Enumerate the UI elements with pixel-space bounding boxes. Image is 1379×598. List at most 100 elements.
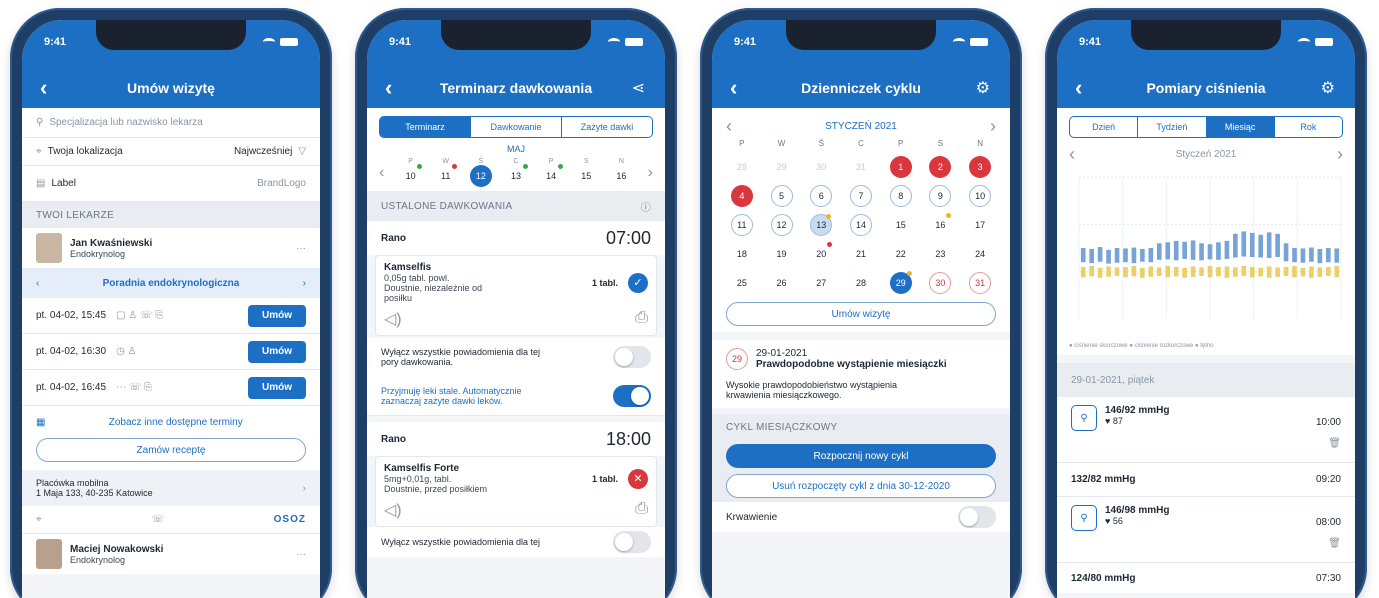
day-cell[interactable]: 15	[569, 165, 604, 187]
book-button[interactable]: Umów	[248, 376, 306, 399]
day-cell-period[interactable]: 3	[960, 156, 1000, 178]
diastolic-bar	[1266, 266, 1272, 278]
sort-select[interactable]: Najwcześniej	[234, 146, 292, 157]
day-cell[interactable]: 27	[801, 272, 841, 294]
gear-icon[interactable]: ⚙	[976, 78, 990, 98]
day-cell[interactable]: 30	[801, 156, 841, 178]
day-cell[interactable]: 17	[960, 214, 1000, 236]
day-cell[interactable]: 12	[762, 214, 802, 236]
day-cell[interactable]: 14	[534, 164, 569, 187]
day-cell[interactable]: 5	[762, 185, 802, 207]
remove-cycle-button[interactable]: Usuń rozpoczęty cykl z dnia 30-12-2020	[726, 474, 996, 498]
start-cycle-button[interactable]: Rozpocznij nowy cykl	[726, 444, 996, 468]
back-icon[interactable]: ‹	[730, 77, 737, 99]
day-cell[interactable]: 9	[921, 185, 961, 207]
tab-month[interactable]: Miesiąc	[1206, 117, 1275, 137]
day-cell[interactable]: 14	[841, 214, 881, 236]
chevron-left-icon[interactable]: ‹	[379, 164, 393, 182]
day-cell[interactable]: 10	[960, 185, 1000, 207]
day-cell[interactable]: 12	[463, 165, 498, 187]
tab-week[interactable]: Tydzień	[1138, 117, 1207, 137]
day-cell[interactable]: 21	[841, 243, 881, 265]
day-cell[interactable]: 10	[393, 164, 428, 187]
location-field[interactable]: Twoja lokalizacja	[48, 146, 123, 157]
trash-icon[interactable]: 🗑	[1316, 538, 1341, 549]
tab-dosage[interactable]: Dawkowanie	[471, 117, 562, 137]
measurement-row[interactable]: ⚲ 146/92 mmHg ♥ 87 10:00 🗑	[1057, 397, 1355, 463]
tab-taken-doses[interactable]: Zażyte dawki	[562, 117, 652, 137]
chevron-right-icon[interactable]: ›	[639, 164, 653, 182]
sound-icon[interactable]: ◁)	[384, 309, 402, 329]
tab-schedule[interactable]: Terminarz	[380, 117, 471, 137]
share-icon[interactable]: ⋖	[632, 78, 645, 98]
day-cell[interactable]: 23	[921, 243, 961, 265]
book-button[interactable]: Umów	[248, 304, 306, 327]
day-cell[interactable]: 18	[722, 243, 762, 265]
chevron-right-icon[interactable]: ›	[303, 483, 306, 494]
day-cell[interactable]: 11	[722, 214, 762, 236]
note-icon[interactable]: ⎙	[635, 309, 648, 329]
measurement-row[interactable]: 124/80 mmHg 07:30	[1057, 563, 1355, 593]
day-cell-period[interactable]: 1	[881, 156, 921, 178]
back-icon[interactable]: ‹	[40, 77, 47, 99]
clinic-switcher[interactable]: ‹ Poradnia endokrynologiczna ›	[22, 268, 320, 298]
map-pin-icon[interactable]: ⌖	[36, 514, 42, 525]
search-input[interactable]: Specjalizacja lub nazwisko lekarza	[49, 117, 202, 128]
more-icon[interactable]: ···	[296, 549, 306, 560]
day-cell[interactable]: 8	[881, 185, 921, 207]
day-cell[interactable]: 26	[762, 272, 802, 294]
more-slots-link[interactable]: Zobacz inne dostępne terminy	[109, 417, 243, 428]
chevron-left-icon[interactable]: ‹	[36, 278, 39, 289]
day-cell[interactable]: 31	[841, 156, 881, 178]
taken-check-icon[interactable]: ✓	[628, 272, 648, 293]
chevron-right-icon[interactable]: ›	[990, 116, 996, 137]
day-cell-predicted[interactable]: 31	[960, 272, 1000, 294]
notifications-toggle[interactable]	[613, 531, 651, 553]
day-cell[interactable]: 13	[498, 164, 533, 187]
day-cell[interactable]: 19	[762, 243, 802, 265]
back-icon[interactable]: ‹	[385, 77, 392, 99]
skipped-x-icon[interactable]: ✕	[628, 468, 648, 489]
measurement-row[interactable]: 132/82 mmHg 09:20	[1057, 463, 1355, 497]
tab-day[interactable]: Dzień	[1070, 117, 1139, 137]
back-icon[interactable]: ‹	[1075, 77, 1082, 99]
day-cell[interactable]: 28	[841, 272, 881, 294]
day-cell-period[interactable]: 4	[722, 185, 762, 207]
gear-icon[interactable]: ⚙	[1321, 78, 1335, 98]
chevron-left-icon[interactable]: ‹	[726, 116, 732, 137]
day-cell[interactable]: 28	[722, 156, 762, 178]
day-cell[interactable]: 7	[841, 185, 881, 207]
more-icon[interactable]: ···	[296, 243, 306, 254]
book-button[interactable]: Umów	[248, 340, 306, 363]
measurement-row[interactable]: ⚲ 146/98 mmHg ♥ 56 08:00 🗑	[1057, 497, 1355, 563]
day-cell[interactable]: 29	[762, 156, 802, 178]
day-cell-selected[interactable]: 29	[881, 271, 921, 294]
day-cell[interactable]: 16	[921, 213, 961, 236]
notifications-toggle[interactable]	[613, 346, 651, 368]
chevron-right-icon[interactable]: ›	[1337, 144, 1343, 165]
filter-icon[interactable]: ▽	[298, 146, 306, 157]
day-cell[interactable]: 11	[428, 164, 463, 187]
info-icon[interactable]: ⓘ	[641, 199, 651, 214]
book-appointment-button[interactable]: Umów wizytę	[726, 302, 996, 326]
note-icon[interactable]: ⎙	[635, 500, 648, 520]
day-cell[interactable]: 6	[801, 185, 841, 207]
phone-icon[interactable]: ☏	[152, 514, 165, 525]
day-cell[interactable]: 20	[801, 242, 841, 265]
sound-icon[interactable]: ◁)	[384, 500, 402, 520]
chevron-right-icon[interactable]: ›	[303, 278, 306, 289]
tab-year[interactable]: Rok	[1275, 117, 1342, 137]
day-cell-predicted[interactable]: 30	[921, 272, 961, 294]
day-cell[interactable]: 15	[881, 214, 921, 236]
chevron-left-icon[interactable]: ‹	[1069, 144, 1075, 165]
day-cell[interactable]: 22	[881, 243, 921, 265]
day-cell[interactable]: 13	[801, 214, 841, 236]
auto-mark-toggle[interactable]	[613, 384, 651, 407]
day-cell[interactable]: 25	[722, 272, 762, 294]
order-prescription-button[interactable]: Zamów receptę	[36, 438, 306, 462]
day-cell[interactable]: 24	[960, 243, 1000, 265]
trash-icon[interactable]: 🗑	[1316, 438, 1341, 449]
day-cell-period[interactable]: 2	[921, 156, 961, 178]
bleeding-toggle[interactable]	[958, 506, 996, 528]
day-cell[interactable]: 16	[604, 165, 639, 187]
